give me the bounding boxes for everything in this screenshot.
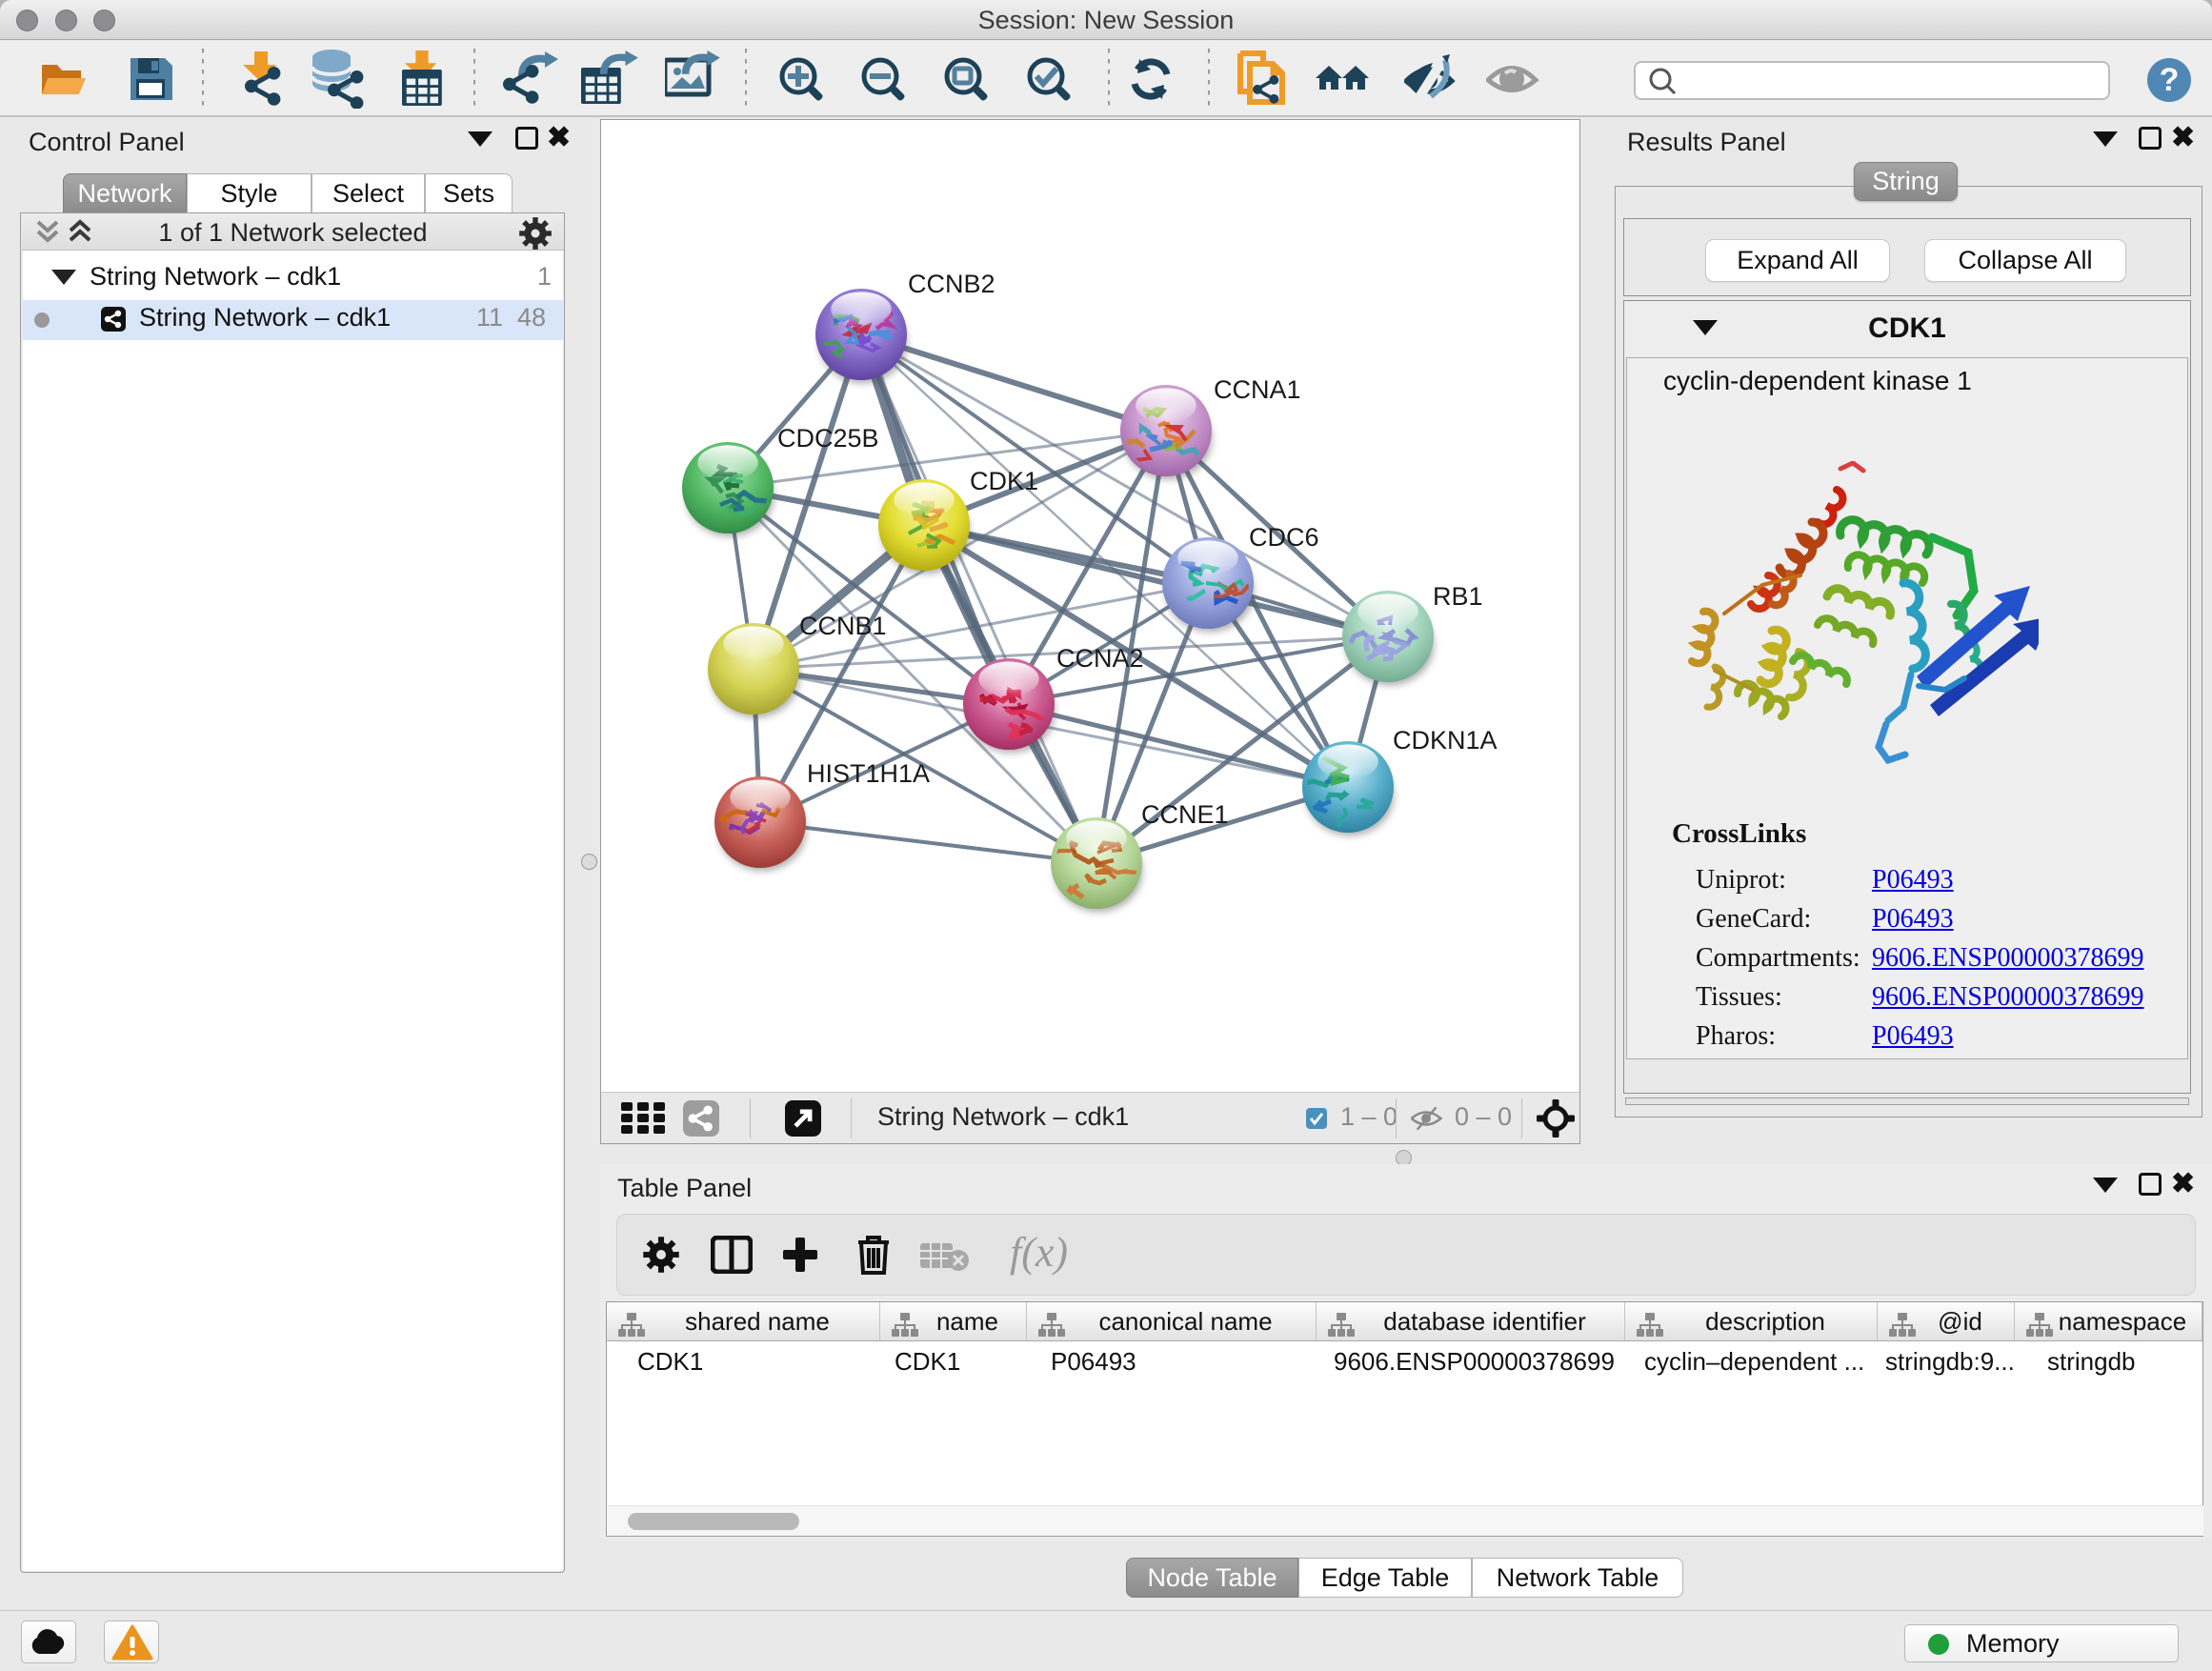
svg-text:HIST1H1A: HIST1H1A	[807, 759, 930, 788]
svg-text:CDC25B: CDC25B	[777, 424, 879, 453]
svg-text:CCNA1: CCNA1	[1214, 375, 1301, 404]
svg-text:CCNB2: CCNB2	[908, 270, 995, 298]
svg-text:CDK1: CDK1	[970, 467, 1038, 495]
svg-text:CCNB1: CCNB1	[799, 612, 887, 640]
svg-text:CCNE1: CCNE1	[1141, 800, 1229, 829]
svg-text:CDC6: CDC6	[1249, 523, 1319, 552]
svg-text:CCNA2: CCNA2	[1056, 644, 1144, 673]
svg-text:RB1: RB1	[1433, 582, 1483, 611]
svg-text:CDKN1A: CDKN1A	[1393, 726, 1498, 755]
